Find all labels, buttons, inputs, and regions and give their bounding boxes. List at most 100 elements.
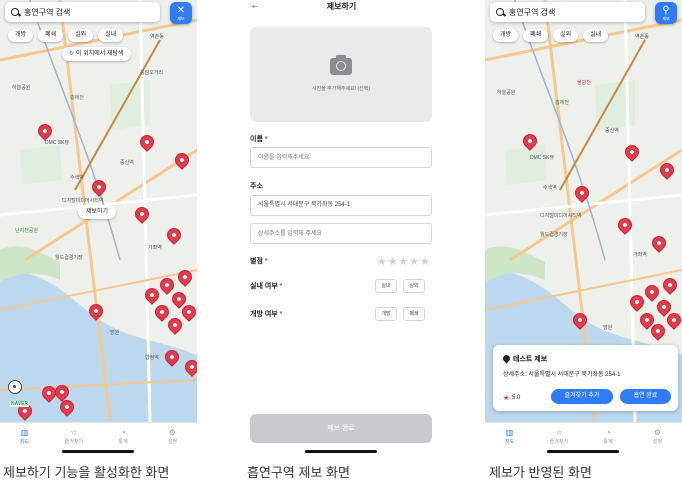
open-label: 개방 여부 *: [250, 309, 282, 319]
place-address: 상세주소: 서울특별시 서대문구 북가좌동 254-1: [503, 372, 621, 378]
filter-chip-outdoor[interactable]: 실외: [68, 29, 94, 42]
map-label: 증산역: [605, 128, 619, 134]
tab-label: 통계: [118, 438, 128, 445]
address-detail-input[interactable]: [250, 223, 432, 244]
required-mark: *: [264, 136, 268, 143]
indoor-label: 실내 여부 *: [250, 281, 282, 291]
tab-favorites[interactable]: ☆ 즐겨찾기: [49, 423, 98, 449]
map-label: 홍제천: [70, 95, 84, 101]
star-rating-input[interactable]: ★★★★★: [377, 255, 431, 268]
tab-settings[interactable]: ⚙ 설정: [633, 423, 682, 449]
screen-map-report-applied: 역촌동 불광천 DMC SK뷰 증산역 수색역 디지털미디어시티역 가좌역 홍제…: [485, 0, 682, 456]
map-label: 응암오거리: [140, 70, 164, 76]
address-label: 주소: [250, 183, 263, 190]
map-view[interactable]: 역촌동 응암오거리 DMC SK뷰 증산역 수색역 디지털미디어시티역 가좌역 …: [0, 0, 197, 422]
name-label: 이름 *: [250, 134, 268, 144]
search-placeholder: 홍연구역 검색: [24, 7, 71, 17]
caption-screen-2: 흡연구역 제보 화면: [247, 465, 350, 480]
map-label: 하늘공원: [12, 85, 31, 91]
map-label: DMC SK뷰: [530, 155, 555, 161]
place-info-card[interactable]: 테스트 제보 상세주소: 서울특별시 서대문구 북가좌동 254-1 ★ 5.0…: [493, 345, 678, 411]
tab-favorites[interactable]: ☆ 즐겨찾기: [534, 423, 583, 449]
map-label: 역촌동: [635, 34, 649, 40]
filter-chips: 개방 폐쇄 실외 실내: [493, 29, 609, 42]
rating-label-text: 별점: [250, 258, 263, 265]
search-icon: [496, 8, 504, 16]
current-location-icon[interactable]: [8, 380, 22, 394]
report-label: 제보: [662, 15, 670, 21]
tab-settings[interactable]: ⚙ 설정: [148, 423, 197, 449]
gear-icon: ⚙: [653, 427, 661, 437]
outdoor-option-button[interactable]: 실외: [403, 279, 425, 293]
tab-label: 설정: [652, 438, 662, 445]
map-label: 수색역: [70, 175, 84, 181]
report-here-button[interactable]: 제보하기: [78, 205, 117, 219]
search-placeholder: 홍연구역 검색: [509, 7, 556, 17]
filter-chip-indoor[interactable]: 실내: [583, 29, 609, 42]
filter-chip-closed[interactable]: 폐쇄: [523, 29, 549, 42]
filter-chip-closed[interactable]: 폐쇄: [38, 29, 64, 42]
home-indicator: [485, 449, 682, 456]
tab-label: 설정: [167, 438, 177, 445]
chart-icon: ◔: [605, 427, 611, 437]
tab-label: 지도: [20, 438, 30, 445]
tab-stats[interactable]: ◔ 통계: [99, 423, 148, 449]
indoor-option-button[interactable]: 실내: [375, 279, 397, 293]
filter-chip-indoor[interactable]: 실내: [98, 29, 124, 42]
add-favorite-button[interactable]: 즐겨찾기 추가: [551, 389, 613, 404]
photo-upload-area[interactable]: 사진을 추가해주세요! (선택): [250, 27, 432, 122]
tab-label: 지도: [505, 438, 515, 445]
name-label-text: 이름: [250, 136, 263, 143]
map-label: 불광천: [577, 80, 591, 86]
map-view[interactable]: 역촌동 불광천 DMC SK뷰 증산역 수색역 디지털미디어시티역 가좌역 홍제…: [485, 0, 682, 422]
tab-stats[interactable]: ◔ 통계: [584, 423, 633, 449]
location-pin-icon: ⚲: [662, 4, 670, 16]
report-mode-button[interactable]: ✕ 제보: [170, 2, 192, 24]
indoor-label-text: 실내 여부: [250, 283, 278, 290]
required-mark: *: [279, 283, 283, 290]
map-icon: ▥: [20, 427, 29, 437]
location-pin-icon: [501, 353, 512, 364]
map-label: 하늘공원: [497, 90, 516, 96]
screen-map-report-mode: 역촌동 응암오거리 DMC SK뷰 증산역 수색역 디지털미디어시티역 가좌역 …: [0, 0, 197, 456]
star-icon: ☆: [555, 427, 563, 437]
research-label: 이 위치에서 재탐색: [76, 51, 124, 57]
search-bar[interactable]: 홍연구역 검색: [5, 2, 160, 22]
open-option-button[interactable]: 개방: [375, 307, 397, 321]
close-icon: ✕: [176, 4, 186, 16]
place-name: 테스트 제보: [513, 356, 548, 363]
bottom-tab-bar: ▥ 지도 ☆ 즐겨찾기 ◔ 통계 ⚙ 설정: [485, 422, 682, 449]
filter-chip-open[interactable]: 개방: [8, 29, 34, 42]
filter-chips: 개방 폐쇄 실외 실내: [8, 29, 124, 42]
home-indicator: [243, 449, 440, 456]
name-input[interactable]: [250, 147, 432, 168]
tab-map[interactable]: ▥ 지도: [485, 423, 534, 449]
map-label: 가좌역: [148, 245, 162, 251]
chart-icon: ◔: [120, 427, 126, 437]
map-label: 디지털미디어시티역: [540, 213, 582, 219]
bottom-tab-bar: ▥ 지도 ☆ 즐겨찾기 ◔ 통계 ⚙ 설정: [0, 422, 197, 449]
filter-chip-open[interactable]: 개방: [493, 29, 519, 42]
submit-report-button[interactable]: 제보 완료: [250, 414, 432, 443]
map-label: 디지털미디어시티역: [62, 198, 104, 204]
page-title: 제보하기: [326, 2, 357, 11]
map-label: 월드컵경기장: [540, 232, 568, 238]
closed-option-button[interactable]: 폐쇄: [403, 307, 425, 321]
address-field[interactable]: 서울특별시 서대문구 북가좌동 254-1: [250, 195, 432, 216]
search-bar[interactable]: 홍연구역 검색: [490, 2, 645, 22]
map-label: DMC SK뷰: [45, 140, 70, 146]
tab-label: 통계: [603, 438, 613, 445]
indoor-toggle: 실내 실외: [375, 279, 425, 293]
smoke-complete-button[interactable]: 흡연 완료: [620, 389, 671, 404]
tab-label: 즐겨찾기: [64, 438, 84, 445]
report-button[interactable]: ⚲ 제보: [655, 2, 677, 24]
refresh-icon: ↻: [69, 51, 75, 57]
map-label: 수색역: [543, 185, 557, 191]
screen-report-form: ← 제보하기 사진을 추가해주세요! (선택) 이름 * 주소 서울특별시 서대…: [243, 0, 440, 456]
research-here-button[interactable]: ↻ 이 위치에서 재탐색: [62, 47, 131, 61]
tab-map[interactable]: ▥ 지도: [0, 423, 49, 449]
open-toggle: 개방 폐쇄: [375, 307, 425, 321]
report-mode-label: 제보: [177, 15, 185, 21]
map-icon: ▥: [505, 427, 514, 437]
filter-chip-outdoor[interactable]: 실외: [553, 29, 579, 42]
